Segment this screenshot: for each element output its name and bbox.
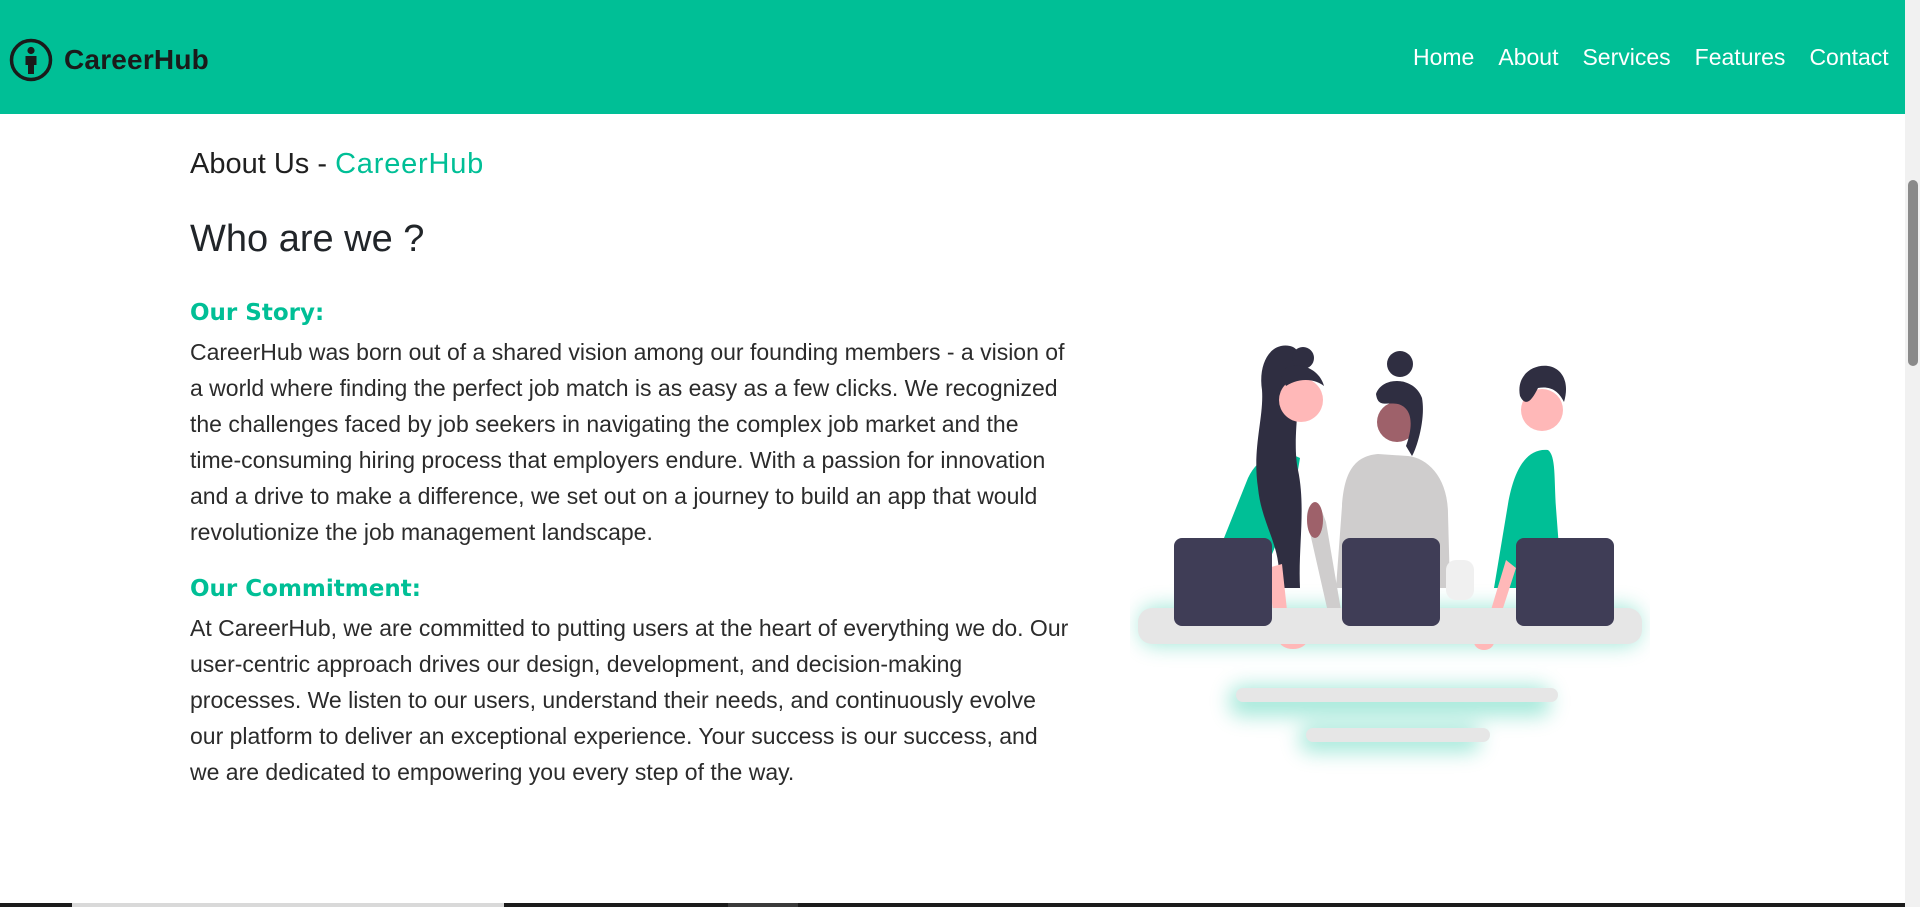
brand-link[interactable]: CareerHub: [9, 38, 209, 82]
person-circle-icon: [9, 38, 53, 82]
laptops: [1174, 538, 1614, 626]
nav-link-features[interactable]: Features: [1683, 43, 1798, 71]
section-title: Who are we ?: [190, 218, 425, 260]
scrollbar-thumb[interactable]: [1908, 180, 1918, 366]
bottom-strip-gray-segment: [728, 903, 798, 907]
brand-name: CareerHub: [64, 44, 209, 75]
commitment-heading: Our Commitment:: [190, 576, 421, 602]
bottom-strip-light-segment: [72, 903, 504, 907]
nav-link-about[interactable]: About: [1486, 43, 1570, 71]
story-heading: Our Story:: [190, 300, 325, 326]
commitment-paragraph: At CareerHub, we are committed to puttin…: [190, 615, 1069, 785]
top-navbar: CareerHub Home About Services Features C…: [0, 0, 1905, 114]
bottom-edge-strip: [0, 903, 1905, 907]
story-paragraph: CareerHub was born out of a shared visio…: [190, 339, 1065, 545]
team-working-illustration: [1138, 345, 1642, 752]
page-title-prefix: About Us -: [190, 148, 336, 180]
page-title: About Us - CareerHub: [190, 148, 484, 181]
main-nav: Home About Services Features Contact: [1413, 43, 1901, 71]
page-title-brand: CareerHub: [335, 148, 485, 180]
nav-link-home[interactable]: Home: [1413, 43, 1486, 71]
nav-link-services[interactable]: Services: [1570, 43, 1682, 71]
vertical-scrollbar[interactable]: [1905, 0, 1920, 907]
nav-link-contact[interactable]: Contact: [1797, 43, 1900, 71]
